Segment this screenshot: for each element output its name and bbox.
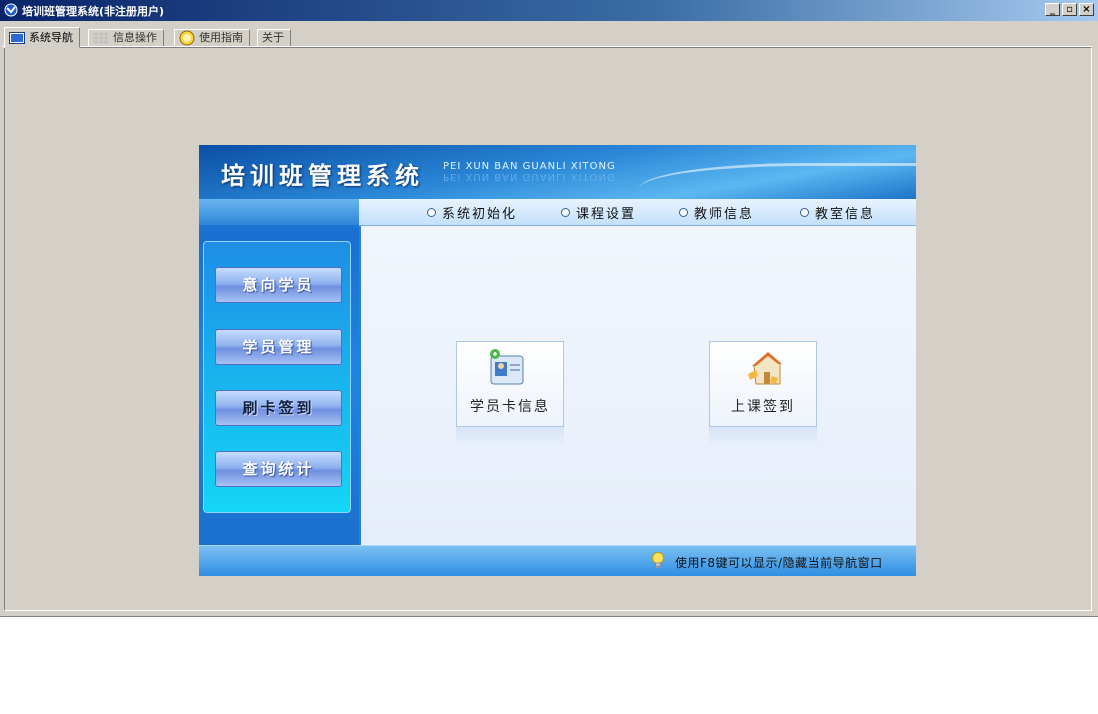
grid-icon bbox=[93, 32, 109, 44]
title-bar[interactable]: 培训班管理系统(非注册用户) _ ▫ × bbox=[0, 0, 1098, 21]
content-area: 学员卡信息 上课签到 bbox=[359, 226, 916, 545]
menu-system-init[interactable]: 系统初始化 bbox=[427, 203, 517, 222]
checkin-house-icon bbox=[748, 352, 782, 385]
tile-reflection bbox=[709, 427, 817, 447]
tab-label: 关于 bbox=[262, 31, 284, 44]
tab-strip: 系统导航 信息操作 使用指南 关于 bbox=[0, 25, 1098, 48]
menu-label: 教室信息 bbox=[815, 207, 876, 222]
menu-label: 系统初始化 bbox=[442, 207, 518, 222]
tile-reflection bbox=[456, 427, 564, 447]
menu-teacher-info[interactable]: 教师信息 bbox=[679, 203, 754, 222]
tile-student-card-info[interactable]: 学员卡信息 bbox=[456, 341, 564, 427]
nav-button-card-checkin[interactable]: 刷卡签到 bbox=[215, 390, 342, 426]
nav-panel: 培训班管理系统 PEI XUN BAN GUANLI XITONG PEI XU… bbox=[199, 145, 916, 576]
app-icon bbox=[4, 3, 18, 17]
main-window: 培训班管理系统(非注册用户) _ ▫ × 系统导航 信息操作 使用指南 关于 培… bbox=[0, 0, 1098, 617]
restore-button[interactable]: ▫ bbox=[1062, 3, 1077, 16]
tab-system-nav[interactable]: 系统导航 bbox=[4, 27, 80, 48]
banner: 培训班管理系统 PEI XUN BAN GUANLI XITONG PEI XU… bbox=[199, 145, 916, 199]
nav-button-prospective-students[interactable]: 意向学员 bbox=[215, 267, 342, 303]
tab-label: 信息操作 bbox=[113, 31, 157, 44]
monitor-icon bbox=[9, 31, 25, 44]
status-tip: 使用F8键可以显示/隐藏当前导航窗口 bbox=[675, 556, 883, 570]
radio-icon bbox=[561, 208, 570, 217]
tab-about[interactable]: 关于 bbox=[257, 29, 291, 47]
help-icon bbox=[179, 30, 195, 46]
left-sidebar: 意向学员 学员管理 刷卡签到 查询统计 bbox=[199, 199, 359, 545]
menu-classroom-info[interactable]: 教室信息 bbox=[800, 203, 875, 222]
sidebar-nav-box: 意向学员 学员管理 刷卡签到 查询统计 bbox=[203, 241, 351, 513]
lightbulb-icon bbox=[652, 552, 664, 568]
nav-button-query-stats[interactable]: 查询统计 bbox=[215, 451, 342, 487]
tab-label: 使用指南 bbox=[199, 31, 243, 44]
radio-icon bbox=[800, 208, 809, 217]
tab-info-ops[interactable]: 信息操作 bbox=[88, 29, 164, 47]
close-button[interactable]: × bbox=[1079, 3, 1094, 16]
banner-subtitle-reflection: PEI XUN BAN GUANLI XITONG bbox=[443, 171, 616, 182]
radio-icon bbox=[427, 208, 436, 217]
nav-button-student-management[interactable]: 学员管理 bbox=[215, 329, 342, 365]
tab-user-guide[interactable]: 使用指南 bbox=[174, 29, 250, 47]
student-card-icon bbox=[490, 349, 524, 385]
tab-label: 系统导航 bbox=[29, 30, 73, 44]
menu-label: 课程设置 bbox=[576, 207, 637, 222]
menu-course-settings[interactable]: 课程设置 bbox=[561, 203, 636, 222]
tile-label: 上课签到 bbox=[731, 399, 795, 415]
tile-class-checkin[interactable]: 上课签到 bbox=[709, 341, 817, 427]
tile-label: 学员卡信息 bbox=[470, 399, 550, 415]
banner-title: 培训班管理系统 bbox=[221, 161, 424, 190]
status-bar: 使用F8键可以显示/隐藏当前导航窗口 bbox=[199, 545, 916, 576]
window-title: 培训班管理系统(非注册用户) bbox=[22, 5, 165, 18]
menu-label: 教师信息 bbox=[694, 207, 755, 222]
radio-icon bbox=[679, 208, 688, 217]
top-menu-bar: 系统初始化 课程设置 教师信息 教室信息 bbox=[359, 199, 916, 226]
sidebar-header bbox=[199, 199, 359, 225]
minimize-button[interactable]: _ bbox=[1045, 3, 1060, 16]
